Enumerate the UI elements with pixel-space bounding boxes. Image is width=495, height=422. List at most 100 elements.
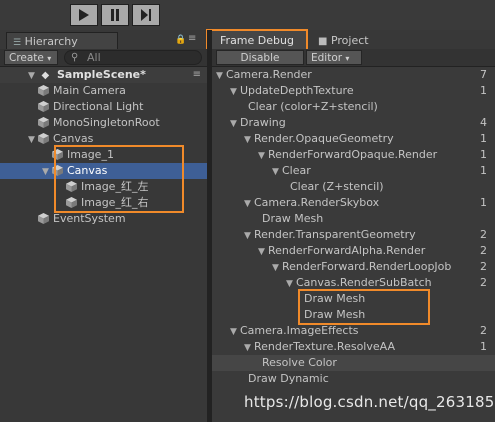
frame-event-label: RenderTexture.ResolveAA	[254, 340, 395, 353]
scene-row[interactable]: ▼ ◆ SampleScene* ≡	[0, 67, 207, 83]
tab-hierarchy-label: Hierarchy	[24, 35, 78, 48]
frame-debug-panel: ▼ Camera.Render 7 ▼ UpdateDepthTexture 1 Clear…	[212, 67, 495, 422]
expand-arrow-icon[interactable]: ▼	[230, 116, 240, 132]
frame-event-label: Clear (color+Z+stencil)	[248, 100, 378, 113]
expand-arrow-icon[interactable]: ▼	[216, 68, 226, 84]
frame-event-label: Render.OpaqueGeometry	[254, 132, 394, 145]
disable-button[interactable]: Disable	[216, 50, 304, 65]
frame-event-row[interactable]: ▼ Camera.Render 7	[212, 67, 495, 83]
expand-arrow-icon[interactable]: ▼	[42, 164, 52, 180]
event-count: 1	[480, 132, 487, 145]
expand-arrow-icon[interactable]: ▼	[244, 196, 254, 212]
tab-hierarchy[interactable]: ☰ Hierarchy	[6, 32, 118, 50]
event-count: 1	[480, 340, 487, 353]
expand-arrow-icon[interactable]: ▼	[230, 84, 240, 100]
unity-scene-icon: ◆	[41, 70, 50, 81]
step-button[interactable]	[132, 4, 160, 26]
gameobject-icon	[38, 116, 53, 129]
frame-event-label: Camera.RenderSkybox	[254, 196, 380, 209]
pause-icon	[111, 9, 119, 21]
gameobject-icon	[38, 84, 53, 97]
lock-icon[interactable]: 🔒	[175, 35, 186, 45]
hierarchy-item-label: Canvas	[53, 132, 94, 145]
frame-event-label: Render.TransparentGeometry	[254, 228, 416, 241]
expand-arrow-icon[interactable]: ▼	[230, 324, 240, 340]
event-count: 7	[480, 68, 487, 81]
editor-dropdown[interactable]: Editor ▾	[306, 50, 362, 65]
frame-event-row[interactable]: ▼ Camera.ImageEffects 2	[212, 323, 495, 339]
frame-event-row[interactable]: Resolve Color	[212, 355, 495, 371]
dropdown-arrow-icon: ▾	[345, 54, 350, 63]
search-placeholder: All	[87, 51, 101, 64]
hierarchy-item-label: EventSystem	[53, 212, 126, 225]
frame-event-label: RenderForward.RenderLoopJob	[282, 260, 452, 273]
pause-button[interactable]	[101, 4, 129, 26]
frame-event-label: Camera.ImageEffects	[240, 324, 359, 337]
tab-project[interactable]: ■ Project	[318, 32, 388, 50]
frame-event-row[interactable]: ▼ Render.TransparentGeometry 2	[212, 227, 495, 243]
frame-event-row[interactable]: ▼ Drawing 4	[212, 115, 495, 131]
tab-project-label: Project	[330, 34, 369, 47]
frame-event-label: UpdateDepthTexture	[240, 84, 354, 97]
frame-event-row[interactable]: ▼ RenderTexture.ResolveAA 1	[212, 339, 495, 355]
tab-frame-debug[interactable]: Frame Debug	[206, 29, 308, 51]
frame-event-row[interactable]: ▼ Camera.RenderSkybox 1	[212, 195, 495, 211]
frame-event-row[interactable]: Clear (Z+stencil)	[212, 179, 495, 195]
event-count: 1	[480, 84, 487, 97]
highlight-box-hierarchy	[54, 145, 184, 213]
expand-arrow-icon[interactable]: ▼	[28, 132, 38, 148]
frame-event-label: RenderForwardAlpha.Render	[268, 244, 426, 257]
gameobject-icon	[38, 100, 53, 113]
create-button[interactable]: Create ▾	[4, 50, 58, 65]
expand-arrow-icon[interactable]: ▼	[258, 244, 268, 260]
event-count: 2	[480, 260, 487, 273]
expand-arrow-icon: ▼	[28, 71, 35, 81]
expand-arrow-icon[interactable]: ▼	[272, 260, 282, 276]
disable-label: Disable	[240, 52, 280, 64]
search-icon: ⚲	[71, 52, 79, 63]
editor-label: Editor	[311, 52, 343, 64]
frame-event-row[interactable]: ▼ RenderForward.RenderLoopJob 2	[212, 259, 495, 275]
expand-arrow-icon[interactable]: ▼	[286, 276, 296, 292]
expand-arrow-icon[interactable]: ▼	[244, 132, 254, 148]
event-count: 2	[480, 228, 487, 241]
frame-event-row[interactable]: ▼ Clear 1	[212, 163, 495, 179]
hierarchy-toolbar: Create ▾ ⚲ All	[0, 49, 207, 67]
expand-arrow-icon[interactable]: ▼	[258, 148, 268, 164]
frame-event-label: Draw Dynamic	[248, 372, 329, 385]
play-button[interactable]	[70, 4, 98, 26]
create-label: Create	[9, 52, 44, 64]
hierarchy-item[interactable]: Main Camera	[0, 83, 207, 99]
folder-icon: ■	[318, 36, 328, 47]
event-count: 1	[480, 196, 487, 209]
frame-debug-toolbar: Disable Editor ▾	[212, 49, 495, 67]
frame-event-row[interactable]: ▼ Render.OpaqueGeometry 1	[212, 131, 495, 147]
hierarchy-item[interactable]: Directional Light	[0, 99, 207, 115]
frame-event-row[interactable]: ▼ UpdateDepthTexture 1	[212, 83, 495, 99]
play-toolbar	[0, 0, 495, 30]
hierarchy-item-label: Directional Light	[53, 100, 144, 113]
event-count: 1	[480, 164, 487, 177]
event-count: 2	[480, 244, 487, 257]
hierarchy-item[interactable]: EventSystem	[0, 211, 207, 227]
event-count: 2	[480, 276, 487, 289]
search-input[interactable]: ⚲ All	[64, 50, 202, 65]
watermark-text: https://blog.csdn.net/qq_26318597	[244, 393, 495, 411]
frame-event-label: RenderForwardOpaque.Render	[268, 148, 438, 161]
expand-arrow-icon[interactable]: ▼	[244, 228, 254, 244]
scene-menu-icon[interactable]: ≡	[193, 67, 201, 83]
hierarchy-item[interactable]: MonoSingletonRoot	[0, 115, 207, 131]
frame-event-row[interactable]: ▼ RenderForwardOpaque.Render 1	[212, 147, 495, 163]
highlight-box-draw-mesh	[298, 289, 430, 325]
play-icon	[79, 9, 89, 21]
expand-arrow-icon[interactable]: ▼	[244, 340, 254, 356]
menu-icon[interactable]: ≡	[188, 33, 196, 44]
frame-event-label: Resolve Color	[262, 356, 337, 369]
expand-arrow-icon[interactable]: ▼	[272, 164, 282, 180]
frame-event-row[interactable]: Clear (color+Z+stencil)	[212, 99, 495, 115]
hierarchy-panel: ▼ ◆ SampleScene* ≡ Main Camera Directiona…	[0, 67, 207, 422]
frame-event-row[interactable]: Draw Dynamic	[212, 371, 495, 387]
event-count: 2	[480, 324, 487, 337]
frame-event-row[interactable]: Draw Mesh	[212, 211, 495, 227]
frame-event-row[interactable]: ▼ RenderForwardAlpha.Render 2	[212, 243, 495, 259]
